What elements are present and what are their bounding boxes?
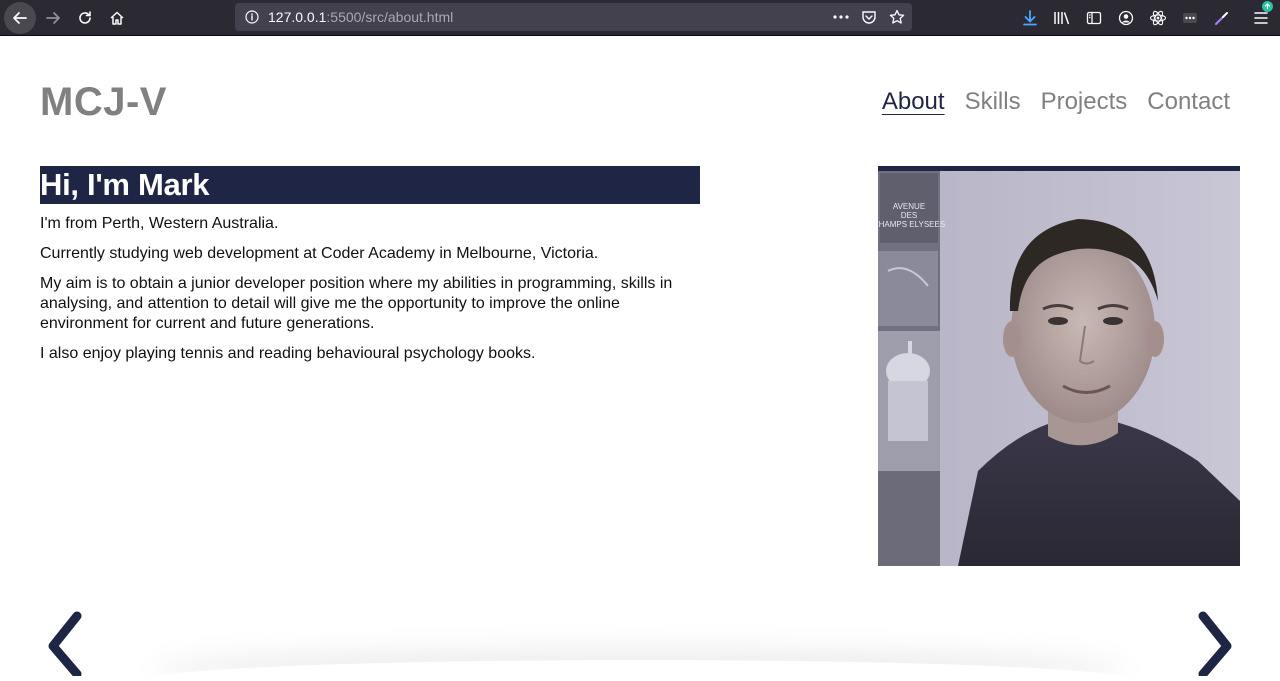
library-button[interactable] bbox=[1048, 4, 1076, 32]
about-paragraph: Currently studying web development at Co… bbox=[40, 245, 599, 262]
page-actions-icon[interactable] bbox=[829, 5, 853, 29]
sidebar-icon bbox=[1086, 11, 1102, 25]
home-button[interactable] bbox=[101, 2, 133, 34]
about-heading-banner: Hi, I'm Mark bbox=[40, 166, 700, 204]
update-badge-icon bbox=[1262, 1, 1273, 12]
pocket-icon[interactable] bbox=[857, 5, 881, 29]
library-icon bbox=[1054, 12, 1070, 25]
arrow-left-icon bbox=[13, 12, 27, 24]
app-menu-button[interactable] bbox=[1247, 1, 1275, 32]
prev-page-button[interactable] bbox=[40, 605, 90, 681]
reload-icon bbox=[79, 11, 91, 24]
nav-link-projects[interactable]: Projects bbox=[1041, 88, 1128, 116]
color-picker-button[interactable] bbox=[1208, 4, 1236, 32]
next-page-button[interactable] bbox=[1190, 605, 1240, 681]
downloads-button[interactable] bbox=[1016, 4, 1044, 32]
about-heading: Hi, I'm Mark bbox=[40, 167, 210, 202]
account-button[interactable] bbox=[1112, 4, 1140, 32]
url-bar[interactable]: 127.0.0.1:5500/src/about.html bbox=[235, 3, 912, 31]
forward-button[interactable] bbox=[37, 2, 69, 34]
home-icon bbox=[110, 11, 124, 25]
footer-shadow bbox=[150, 660, 1130, 681]
nav-link-skills[interactable]: Skills bbox=[965, 88, 1021, 116]
chevron-left-icon bbox=[48, 611, 82, 676]
browser-toolbar: 127.0.0.1:5500/src/about.html bbox=[0, 0, 1280, 36]
sidebar-button[interactable] bbox=[1080, 4, 1108, 32]
chevron-right-icon bbox=[1198, 611, 1232, 676]
bookmark-star-icon[interactable] bbox=[885, 5, 909, 29]
about-text: I'm from Perth, Western Australia. Curre… bbox=[40, 214, 700, 374]
site-logo[interactable]: MCJ-V bbox=[40, 80, 167, 125]
main-nav: About Skills Projects Contact bbox=[882, 88, 1230, 116]
info-icon[interactable] bbox=[240, 5, 264, 29]
reload-button[interactable] bbox=[69, 2, 101, 34]
arrow-right-icon bbox=[46, 12, 60, 24]
download-icon bbox=[1023, 10, 1037, 26]
account-icon bbox=[1118, 10, 1134, 26]
about-paragraph: I also enjoy playing tennis and reading … bbox=[40, 345, 536, 362]
about-paragraph: My aim is to obtain a junior developer p… bbox=[40, 275, 673, 332]
url-text: 127.0.0.1:5500/src/about.html bbox=[268, 9, 453, 25]
react-devtools-button[interactable] bbox=[1144, 4, 1172, 32]
react-icon bbox=[1149, 10, 1167, 26]
nav-link-about[interactable]: About bbox=[882, 88, 945, 116]
nav-link-contact[interactable]: Contact bbox=[1147, 88, 1230, 116]
profile-photo-image: AVENUE DES CHAMPS ELYSEES bbox=[878, 171, 1240, 566]
profile-photo: AVENUE DES CHAMPS ELYSEES bbox=[878, 166, 1240, 566]
about-paragraph: I'm from Perth, Western Australia. bbox=[40, 215, 279, 232]
url-host: 127.0.0.1 bbox=[268, 9, 327, 25]
hamburger-icon bbox=[1254, 12, 1268, 24]
more-icon bbox=[1183, 13, 1197, 23]
eyedropper-icon bbox=[1214, 12, 1228, 26]
overflow-extensions-button[interactable] bbox=[1176, 4, 1204, 32]
back-button[interactable] bbox=[4, 2, 36, 34]
url-path: :5500/src/about.html bbox=[326, 9, 454, 25]
